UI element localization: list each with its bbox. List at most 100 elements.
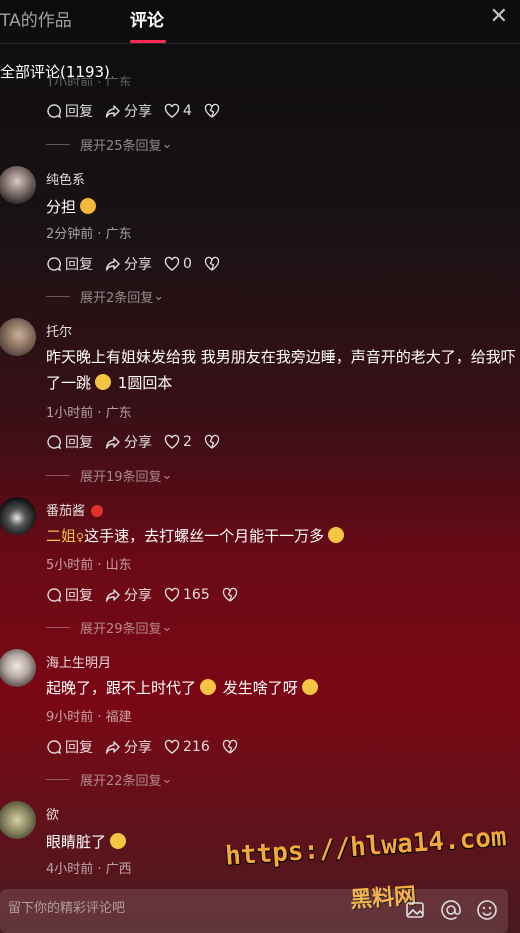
share-button[interactable]: 分享: [105, 101, 152, 121]
share-icon: [105, 105, 120, 118]
avatar[interactable]: [0, 497, 36, 535]
expand-replies[interactable]: 展开29条回复 ⌄: [46, 618, 172, 637]
expand-replies[interactable]: 展开25条回复 ⌄: [46, 135, 172, 154]
like-button[interactable]: 0: [164, 256, 192, 272]
comment-icon: [47, 435, 62, 450]
avatar[interactable]: [0, 318, 36, 356]
comment-input[interactable]: [8, 901, 388, 916]
divider: [46, 627, 70, 628]
expand-label: 展开2条回复: [80, 291, 154, 306]
expand-label: 展开29条回复: [80, 622, 162, 637]
divider: [46, 475, 70, 476]
share-button[interactable]: 分享: [105, 585, 152, 605]
comment-meta: 1小时前 · 广东: [46, 406, 132, 421]
reply-label: 回复: [65, 740, 93, 756]
expand-label: 展开22条回复: [80, 774, 162, 789]
expand-replies[interactable]: 展开22条回复 ⌄: [46, 770, 172, 789]
reply-label: 回复: [65, 588, 93, 604]
heart-icon: [164, 103, 180, 118]
close-icon[interactable]: ✕: [490, 4, 508, 29]
like-button[interactable]: 2: [164, 434, 192, 450]
reply-button[interactable]: 回复: [46, 101, 93, 121]
like-count: 4: [183, 103, 192, 119]
share-label: 分享: [124, 740, 152, 756]
comment-username[interactable]: 托尔: [46, 321, 72, 340]
emoji-icon: [95, 374, 112, 390]
like-button[interactable]: 165: [164, 587, 210, 603]
comment-username[interactable]: 欲: [46, 804, 59, 823]
mention-tag[interactable]: 二姐: [46, 527, 76, 545]
at-icon[interactable]: [440, 899, 462, 921]
comment-meta: 5小时前 · 山东: [46, 558, 132, 573]
comment-actions: 回复 分享 4: [46, 101, 235, 121]
share-button[interactable]: 分享: [105, 432, 152, 452]
dislike-icon: [204, 103, 220, 118]
share-icon: [105, 258, 120, 271]
heart-icon: [164, 587, 180, 602]
chevron-down-icon: ⌄: [161, 620, 173, 635]
comment-count: 全部评论(1193): [0, 63, 110, 81]
comment-username[interactable]: 纯色系: [46, 169, 85, 188]
reply-button[interactable]: 回复: [46, 585, 93, 605]
comment-icon: [47, 257, 62, 272]
reply-label: 回复: [65, 435, 93, 451]
avatar[interactable]: [0, 166, 36, 204]
share-button[interactable]: 分享: [105, 737, 152, 757]
comment-meta: 9小时前 · 福建: [46, 710, 132, 725]
dislike-button[interactable]: [204, 256, 223, 272]
dislike-button[interactable]: [204, 434, 223, 450]
tab-works[interactable]: TA的作品: [0, 6, 72, 31]
tab-bar: TA的作品 评论 ✕: [0, 0, 520, 44]
comment-text: 二姐♀这手速，去打螺丝一个月能干一万多: [46, 523, 516, 551]
like-button[interactable]: 4: [164, 103, 192, 119]
emoji-icon: [328, 527, 345, 543]
heart-icon: [164, 739, 180, 754]
comment-icon: [47, 104, 62, 119]
emoji-icon: [301, 679, 318, 695]
like-button[interactable]: 216: [164, 739, 210, 755]
emoji-icon[interactable]: [476, 899, 498, 921]
comment-text: 昨天晚上有姐妹发给我 我男朋友在我旁边睡，声音开的老大了，给我吓了一跳 1圆回本: [46, 348, 516, 392]
share-button[interactable]: 分享: [105, 254, 152, 274]
comment-actions: 回复 分享 216: [46, 737, 253, 757]
reply-button[interactable]: 回复: [46, 254, 93, 274]
dislike-button[interactable]: [204, 103, 223, 119]
share-label: 分享: [124, 104, 152, 120]
chevron-down-icon: ⌄: [153, 289, 165, 304]
avatar[interactable]: [0, 649, 36, 687]
comment-actions: 回复 分享 0: [46, 254, 235, 274]
comment-username[interactable]: 海上生明月: [46, 652, 111, 671]
comment-icon: [47, 740, 62, 755]
tab-comments[interactable]: 评论: [130, 6, 164, 31]
dislike-icon: [204, 434, 220, 449]
comment-username[interactable]: 番茄酱: [46, 500, 105, 519]
tab-indicator: [130, 40, 166, 43]
expand-replies[interactable]: 展开2条回复 ⌄: [46, 287, 164, 306]
reply-button[interactable]: 回复: [46, 432, 93, 452]
divider: [46, 144, 70, 145]
dislike-button[interactable]: [222, 739, 241, 755]
avatar[interactable]: [0, 801, 36, 839]
dislike-button[interactable]: [222, 587, 241, 603]
chevron-down-icon: ⌄: [161, 137, 173, 152]
reply-button[interactable]: 回复: [46, 737, 93, 757]
reply-label: 回复: [65, 104, 93, 120]
share-icon: [105, 589, 120, 602]
share-label: 分享: [124, 435, 152, 451]
comment-input-bar: [0, 889, 508, 933]
share-label: 分享: [124, 588, 152, 604]
emoji-icon: [200, 679, 217, 695]
chevron-down-icon: ⌄: [161, 468, 173, 483]
like-count: 216: [183, 739, 210, 755]
dislike-icon: [204, 256, 220, 271]
divider: [46, 779, 70, 780]
heart-icon: [164, 256, 180, 271]
comment-meta: 2分钟前 · 广东: [46, 227, 132, 242]
chevron-down-icon: ⌄: [161, 772, 173, 787]
emoji-icon: [80, 198, 97, 214]
share-icon: [105, 741, 120, 754]
image-icon[interactable]: [404, 899, 426, 921]
expand-label: 展开19条回复: [80, 470, 162, 485]
comment-icon: [47, 588, 62, 603]
expand-replies[interactable]: 展开19条回复 ⌄: [46, 466, 172, 485]
